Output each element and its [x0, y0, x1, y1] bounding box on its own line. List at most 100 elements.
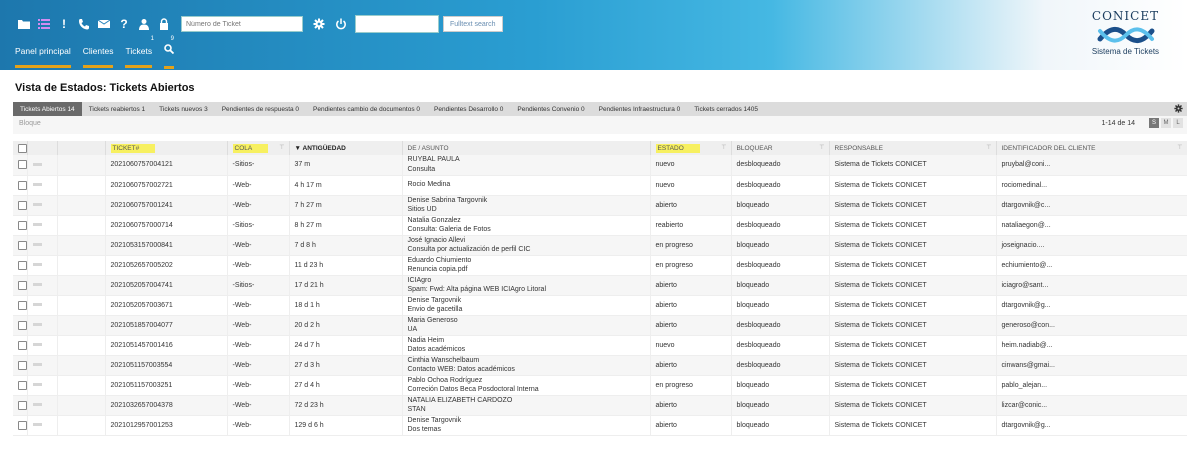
lock-icon[interactable]: 9	[155, 15, 174, 42]
ticket-number-header[interactable]: TICKET#	[105, 141, 228, 155]
filter-icon[interactable]: ⊤	[986, 144, 991, 151]
filter-icon[interactable]: ⊤	[1177, 144, 1182, 151]
row-checkbox[interactable]	[18, 200, 26, 210]
table-row[interactable]: 2021060757001241 -Web- 7 h 27 m Denise Sabr…	[13, 195, 1187, 216]
subject-cell[interactable]: José Ignacio Allevi Consulta por actualiz…	[402, 235, 651, 256]
queue-header[interactable]: COLA ⊤	[227, 141, 290, 155]
ticket-number-cell[interactable]: 2021060757001241	[105, 195, 228, 216]
nav-clientes[interactable]: Clientes	[82, 46, 114, 68]
row-checkbox[interactable]	[18, 420, 26, 430]
tab-pendientes-respuesta[interactable]: Pendientes de respuesta 0	[215, 102, 306, 116]
table-row[interactable]: 2021012957001253 -Web- 129 d 6 h Denise Tar…	[13, 415, 1187, 436]
tab-pendientes-infraestructura[interactable]: Pendientes Infraestructura 0	[592, 102, 688, 116]
subject-cell[interactable]: Denise Sabrina Targovnik Sitios UD	[402, 195, 651, 216]
filter-icon[interactable]: ⊤	[819, 144, 824, 151]
ticket-number-cell[interactable]: 2021053157000841	[105, 235, 228, 256]
tab-tickets-reabiertos[interactable]: Tickets reabiertos 1	[82, 102, 152, 116]
ticket-number-cell[interactable]: 2021052657005202	[105, 255, 228, 276]
subject-cell[interactable]: Eduardo Chiumiento Renuncia copia.pdf	[402, 255, 651, 276]
select-all-checkbox[interactable]	[18, 143, 27, 153]
table-row[interactable]: 2021051157003251 -Web- 27 d 4 h Pablo Ochoa…	[13, 375, 1187, 396]
age-header[interactable]: ▼ ANTIGÜEDAD	[289, 141, 403, 155]
subject-cell[interactable]: RUYBAL PAULA Consulta	[402, 155, 651, 176]
row-checkbox[interactable]	[18, 380, 26, 390]
tab-tickets-nuevos[interactable]: Tickets nuevos 3	[152, 102, 215, 116]
subject-cell[interactable]: Nadia Heim Datos académicos	[402, 335, 651, 356]
ticket-number-cell[interactable]: 2021051457001416	[105, 335, 228, 356]
fulltext-input[interactable]	[355, 15, 439, 33]
ticket-number-cell[interactable]: 2021052057003671	[105, 295, 228, 316]
table-row[interactable]: 2021052657005202 -Web- 11 d 23 h Eduardo Ch…	[13, 255, 1187, 276]
table-row[interactable]: 2021053157000841 -Web- 7 d 8 h José Ignacio…	[13, 235, 1187, 256]
row-checkbox[interactable]	[18, 160, 26, 170]
ticket-number-cell[interactable]: 2021060757002721	[105, 175, 228, 196]
ticket-number-cell[interactable]: 2021032657004378	[105, 395, 228, 416]
search-icon[interactable]	[164, 44, 175, 69]
row-checkbox[interactable]	[18, 260, 26, 270]
filter-icon[interactable]: ⊤	[721, 144, 726, 151]
table-row[interactable]: 2021051157003554 -Web- 27 d 3 h Cinthia Wan…	[13, 355, 1187, 376]
gear-icon[interactable]	[313, 18, 325, 30]
subject-cell[interactable]: Pablo Ochoa Rodríguez Correción Datos Bec…	[402, 375, 651, 396]
question-icon[interactable]: ?	[115, 15, 133, 33]
ticket-number-cell[interactable]: 2021051857004077	[105, 315, 228, 336]
table-row[interactable]: 2021060757000714 -Sitios- 8 h 27 m Natalia …	[13, 215, 1187, 236]
subject-cell[interactable]: Maria Generoso UA	[402, 315, 651, 336]
state-header[interactable]: ESTADO ⊤	[650, 141, 732, 155]
ticket-number-cell[interactable]: 2021052057004741	[105, 275, 228, 296]
subject-header[interactable]: DE / ASUNTO	[402, 141, 651, 155]
tab-tickets-cerrados[interactable]: Tickets cerrados 1405	[687, 102, 765, 116]
ticket-number-cell[interactable]: 2021051157003554	[105, 355, 228, 376]
nav-tickets[interactable]: Tickets	[125, 46, 153, 68]
row-checkbox[interactable]	[18, 180, 26, 190]
size-s-button[interactable]: S	[1149, 118, 1159, 128]
size-l-button[interactable]: L	[1173, 118, 1183, 128]
table-row[interactable]: 2021052057004741 -Sitios- 17 d 21 h ICIAgro…	[13, 275, 1187, 296]
lock-header[interactable]: BLOQUEAR ⊤	[731, 141, 830, 155]
subject-cell[interactable]: NATALIA ELIZABETH CARDOZO STAN	[402, 395, 651, 416]
envelope-icon[interactable]	[95, 15, 113, 33]
nav-panel-principal[interactable]: Panel principal	[15, 46, 71, 68]
row-checkbox[interactable]	[18, 240, 26, 250]
row-checkbox[interactable]	[18, 360, 26, 370]
row-checkbox[interactable]	[18, 320, 26, 330]
row-checkbox[interactable]	[18, 400, 26, 410]
ticket-number-cell[interactable]: 2021051157003251	[105, 375, 228, 396]
table-row[interactable]: 2021051457001416 -Web- 24 d 7 h Nadia Heim D…	[13, 335, 1187, 356]
folder-icon[interactable]	[15, 15, 33, 33]
subject-cell[interactable]: Natalia Gonzalez Consulta: Galeria de Fot…	[402, 215, 651, 236]
ticket-number-input[interactable]	[181, 16, 303, 32]
row-checkbox[interactable]	[18, 280, 26, 290]
exclamation-icon[interactable]: !	[55, 15, 73, 33]
customer-id-header[interactable]: IDENTIFICADOR DEL CLIENTE ⊤	[996, 141, 1187, 155]
list-icon[interactable]	[35, 15, 53, 33]
table-row[interactable]: 2021060757002721 -Web- 4 h 17 m Rocio Medin…	[13, 175, 1187, 196]
row-checkbox[interactable]	[18, 340, 26, 350]
subject-cell[interactable]: Rocio Medina	[402, 175, 651, 196]
table-row[interactable]: 2021052057003671 -Web- 18 d 1 h Denise Targ…	[13, 295, 1187, 316]
ticket-number-cell[interactable]: 2021060757000714	[105, 215, 228, 236]
subject-cell[interactable]: Denise Targovnik Dos temas	[402, 415, 651, 436]
table-row[interactable]: 2021032657004378 -Web- 72 d 23 h NATALIA EL…	[13, 395, 1187, 416]
subject-cell[interactable]: ICIAgro Spam: Fwd: Alta página WEB ICIAgr…	[402, 275, 651, 296]
ticket-number-cell[interactable]: 2021012957001253	[105, 415, 228, 436]
tab-pendientes-cambio-documentos[interactable]: Pendientes cambio de documentos 0	[306, 102, 427, 116]
subject-cell[interactable]: Cinthia Wanschelbaum Contacto WEB: Datos …	[402, 355, 651, 376]
row-checkbox[interactable]	[18, 220, 26, 230]
fulltext-search-button[interactable]: Fulltext search	[443, 16, 503, 32]
power-icon[interactable]	[335, 18, 347, 30]
table-row[interactable]: 2021051857004077 -Web- 20 d 2 h Maria Gener…	[13, 315, 1187, 336]
size-m-button[interactable]: M	[1161, 118, 1171, 128]
user-icon[interactable]: 1	[135, 15, 154, 42]
ticket-number-cell[interactable]: 2021060757004121	[105, 155, 228, 176]
table-row[interactable]: 2021060757004121 -Sitios- 37 m RUYBAL PAULA…	[13, 155, 1187, 176]
tab-tickets-abiertos[interactable]: Tickets Abiertos 14	[13, 102, 82, 116]
owner-header[interactable]: RESPONSABLE ⊤	[829, 141, 997, 155]
filter-icon[interactable]: ⊤	[279, 144, 284, 151]
bloque-label[interactable]: Bloque	[19, 120, 41, 127]
tab-pendientes-desarrollo[interactable]: Pendientes Desarrollo 0	[427, 102, 510, 116]
phone-icon[interactable]	[75, 15, 93, 33]
settings-gear-icon[interactable]	[1174, 104, 1183, 113]
tab-pendientes-convenio[interactable]: Pendientes Convenio 0	[510, 102, 591, 116]
subject-cell[interactable]: Denise Targovnik Envio de gacetilla	[402, 295, 651, 316]
